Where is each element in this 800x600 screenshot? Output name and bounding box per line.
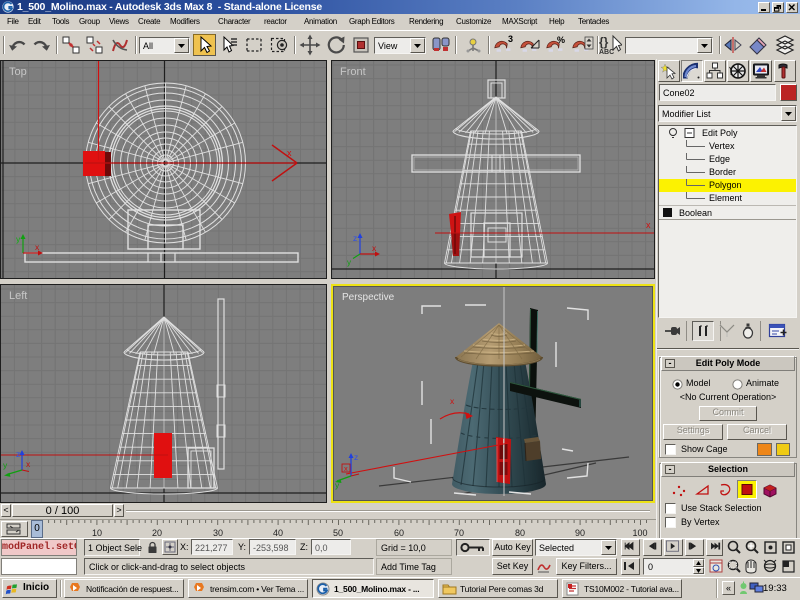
svg-text:ABC: ABC xyxy=(599,49,614,56)
svg-text:x: x xyxy=(287,148,292,158)
svg-text:80: 80 xyxy=(515,528,525,538)
svg-text:50: 50 xyxy=(333,528,343,538)
svg-text:z: z xyxy=(354,452,358,462)
svg-text:30: 30 xyxy=(213,528,223,538)
svg-text:z: z xyxy=(16,449,20,459)
svg-text:100: 100 xyxy=(632,528,647,538)
svg-text:70: 70 xyxy=(454,528,464,538)
svg-text:Front: Front xyxy=(340,66,366,78)
svg-text:%: % xyxy=(557,35,565,45)
svg-text:Top: Top xyxy=(9,66,27,78)
svg-text:x: x xyxy=(646,220,651,230)
svg-text:60: 60 xyxy=(394,528,404,538)
svg-text:3: 3 xyxy=(508,34,513,44)
svg-text:z: z xyxy=(353,233,357,243)
svg-text:90: 90 xyxy=(575,528,585,538)
svg-text:Left: Left xyxy=(9,290,27,302)
svg-text:20: 20 xyxy=(152,528,162,538)
svg-text:{}: {} xyxy=(599,35,609,49)
svg-text:10: 10 xyxy=(92,528,102,538)
svg-text:y: y xyxy=(347,258,351,267)
svg-text:Perspective: Perspective xyxy=(342,292,395,303)
svg-text:x: x xyxy=(344,464,348,473)
svg-text:40: 40 xyxy=(273,528,283,538)
